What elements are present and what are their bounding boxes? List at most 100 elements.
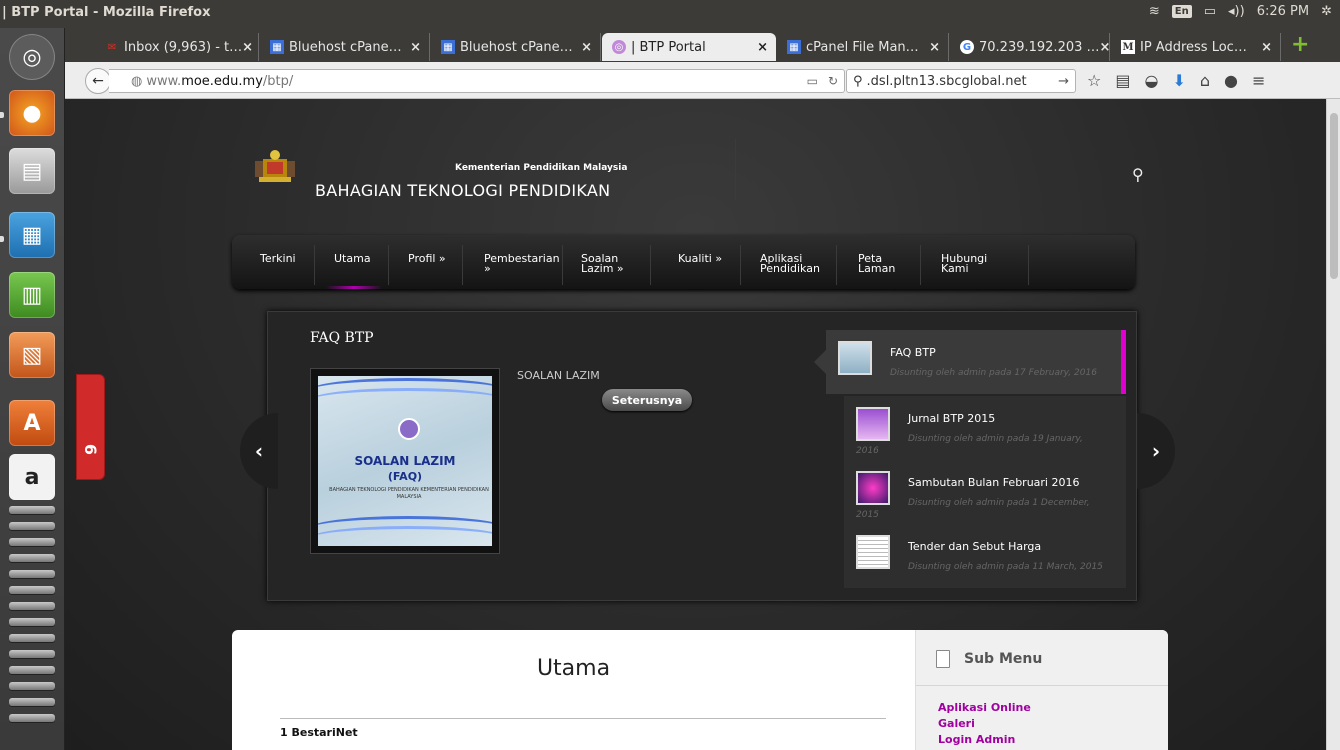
cpanel-icon: ▦ — [441, 40, 455, 54]
pocket-icon[interactable]: ◒ — [1144, 71, 1158, 90]
feedback-label: 6 — [80, 443, 100, 456]
menu-item-pembestarian[interactable]: Pembestarian» — [484, 253, 560, 310]
app-stack-item[interactable] — [9, 570, 55, 578]
close-icon[interactable]: × — [757, 40, 768, 55]
slide-image[interactable]: SOALAN LAZIM (FAQ) BAHAGIAN TEKNOLOGI PE… — [310, 368, 500, 554]
app-stack-item[interactable] — [9, 634, 55, 642]
tab-bluehost-1[interactable]: ▦ Bluehost cPane… × — [260, 33, 430, 61]
scrollbar-thumb[interactable] — [1330, 113, 1338, 279]
app-stack-item[interactable] — [9, 682, 55, 690]
featured-slider: FAQ BTP SOALAN LAZIM (FAQ) BAHAGIAN TEKN… — [267, 311, 1137, 601]
sub-menu-header: Sub Menu — [936, 650, 1042, 668]
app-stack-item[interactable] — [9, 506, 55, 514]
app-stack-item[interactable] — [9, 618, 55, 626]
app-stack-item[interactable] — [9, 538, 55, 546]
calc-icon[interactable]: ▥ — [9, 272, 55, 318]
reader-view-icon[interactable]: ▭ — [807, 74, 818, 88]
menu-item-peta-laman[interactable]: Peta Laman — [858, 253, 896, 310]
search-value: .dsl.pltn13.sbcglobal.net — [866, 73, 1027, 89]
tab-ip-location[interactable]: M IP Address Loc… × — [1111, 33, 1281, 61]
menu-item-terkini[interactable]: Terkini — [260, 253, 296, 310]
new-tab-plus-icon[interactable]: + — [1291, 34, 1309, 56]
tab-label: Bluehost cPane… — [460, 39, 573, 55]
tab-bluehost-2[interactable]: ▦ Bluehost cPane… × — [431, 33, 601, 61]
chat-icon[interactable]: ● — [1224, 71, 1238, 90]
amazon-icon[interactable]: a — [9, 454, 55, 500]
feedback-tab[interactable]: 6 — [76, 374, 105, 480]
m-icon: M — [1121, 40, 1135, 54]
sub-menu-link-login-admin[interactable]: Login Admin — [938, 733, 1031, 747]
item-title: FAQ BTP — [890, 346, 936, 359]
files-icon[interactable]: ▤ — [9, 148, 55, 194]
app-stack-item[interactable] — [9, 522, 55, 530]
impress-icon[interactable]: ▧ — [9, 332, 55, 378]
read-more-button[interactable]: Seterusnya — [602, 389, 692, 411]
app-stack-item[interactable] — [9, 586, 55, 594]
app-stack-item[interactable] — [9, 650, 55, 658]
menu-item-utama[interactable]: Utama — [326, 253, 382, 310]
slider-item-tender[interactable]: Tender dan Sebut Harga Disunting oleh ad… — [844, 524, 1126, 588]
tab-btp-portal[interactable]: ◎ | BTP Portal × — [602, 33, 776, 61]
item-title: Sambutan Bulan Februari 2016 — [908, 476, 1080, 489]
slider-item-sambutan[interactable]: Sambutan Bulan Februari 2016 Disunting o… — [844, 460, 1126, 524]
slider-prev-chevron-icon[interactable]: ‹ — [240, 413, 278, 489]
hamburger-menu-icon[interactable]: ≡ — [1252, 71, 1265, 90]
tab-ip-search[interactable]: G 70.239.192.203 … × — [950, 33, 1110, 61]
slider-next-chevron-icon[interactable]: › — [1137, 413, 1175, 489]
close-icon[interactable]: × — [929, 40, 940, 55]
menu-label-2: Laman — [858, 262, 896, 275]
url-bar[interactable]: ◍ www. moe.edu.my/btp/ ▭ ↻ — [109, 69, 845, 93]
site-search-icon[interactable]: ⚲ — [1132, 165, 1144, 184]
wifi-icon[interactable]: ≋ — [1149, 4, 1160, 19]
app-stack-item[interactable] — [9, 602, 55, 610]
writer-icon[interactable]: ▦ — [9, 212, 55, 258]
software-center-icon[interactable]: A — [9, 400, 55, 446]
tab-inbox[interactable]: ✉ Inbox (9,963) - t… × — [95, 33, 259, 61]
close-icon[interactable]: × — [410, 40, 421, 55]
sub-menu-link-galeri[interactable]: Galeri — [938, 717, 1031, 731]
slider-item-faq-btp[interactable]: FAQ BTP Disunting oleh admin pada 17 Feb… — [814, 330, 1126, 394]
close-icon[interactable]: × — [1261, 40, 1272, 55]
app-stack-item[interactable] — [9, 714, 55, 722]
firefox-icon[interactable]: ● — [9, 90, 55, 136]
back-arrow-icon[interactable]: ← — [85, 68, 111, 94]
sidebar-divider — [916, 685, 1168, 686]
menu-item-kualiti[interactable]: Kualiti » — [678, 253, 722, 310]
app-stack-item[interactable] — [9, 666, 55, 674]
menu-item-hubungi-kami[interactable]: Hubungi Kami — [941, 253, 987, 310]
tab-cpanel-file-manager[interactable]: ▦ cPanel File Man… × — [777, 33, 949, 61]
keyboard-layout[interactable]: En — [1171, 5, 1192, 18]
slide-title[interactable]: FAQ BTP — [310, 330, 374, 346]
slider-item-jurnal[interactable]: Jurnal BTP 2015 Disunting oleh admin pad… — [844, 396, 1126, 460]
settings-gear-icon[interactable]: ✲ — [1321, 4, 1332, 19]
search-bar[interactable]: ⚲ .dsl.pltn13.sbcglobal.net → — [846, 69, 1076, 93]
battery-icon[interactable]: ▭ — [1204, 4, 1216, 19]
clock[interactable]: 6:26 PM — [1257, 4, 1309, 19]
bookmarks-menu-icon[interactable]: ▤ — [1115, 71, 1130, 90]
menu-item-aplikasi-pendidikan[interactable]: Aplikasi Pendidikan — [760, 253, 820, 310]
downloads-icon[interactable]: ⬇ — [1172, 71, 1185, 90]
close-icon[interactable]: × — [242, 40, 253, 55]
bookmark-star-icon[interactable]: ☆ — [1087, 71, 1101, 90]
article-item[interactable]: 1 BestariNet — [280, 726, 358, 739]
tab-label: IP Address Loc… — [1140, 39, 1247, 55]
cpanel-icon: ▦ — [270, 40, 284, 54]
tab-strip: ✉ Inbox (9,963) - t… × ▦ Bluehost cPane… ×… — [65, 28, 1340, 62]
sub-menu-link-aplikasi-online[interactable]: Aplikasi Online — [938, 701, 1031, 715]
dvd-icon[interactable] — [9, 698, 55, 706]
url-path: /btp/ — [262, 73, 294, 89]
reload-icon[interactable]: ↻ — [828, 74, 838, 88]
close-icon[interactable]: × — [1100, 40, 1111, 55]
menu-separator — [314, 245, 315, 285]
app-stack-item[interactable] — [9, 554, 55, 562]
search-go-arrow-icon[interactable]: → — [1058, 74, 1069, 89]
dash-home-icon[interactable]: ◎ — [9, 34, 55, 80]
menu-item-profil[interactable]: Profil » — [408, 253, 446, 310]
menu-item-soalan-lazim[interactable]: Soalan Lazim » — [581, 253, 624, 310]
volume-icon[interactable]: ◂)) — [1228, 4, 1245, 19]
globe-icon: ◍ — [131, 73, 143, 89]
division-name[interactable]: BAHAGIAN TEKNOLOGI PENDIDIKAN — [315, 181, 610, 200]
page-scrollbar[interactable] — [1326, 99, 1340, 750]
close-icon[interactable]: × — [581, 40, 592, 55]
home-icon[interactable]: ⌂ — [1200, 71, 1210, 90]
